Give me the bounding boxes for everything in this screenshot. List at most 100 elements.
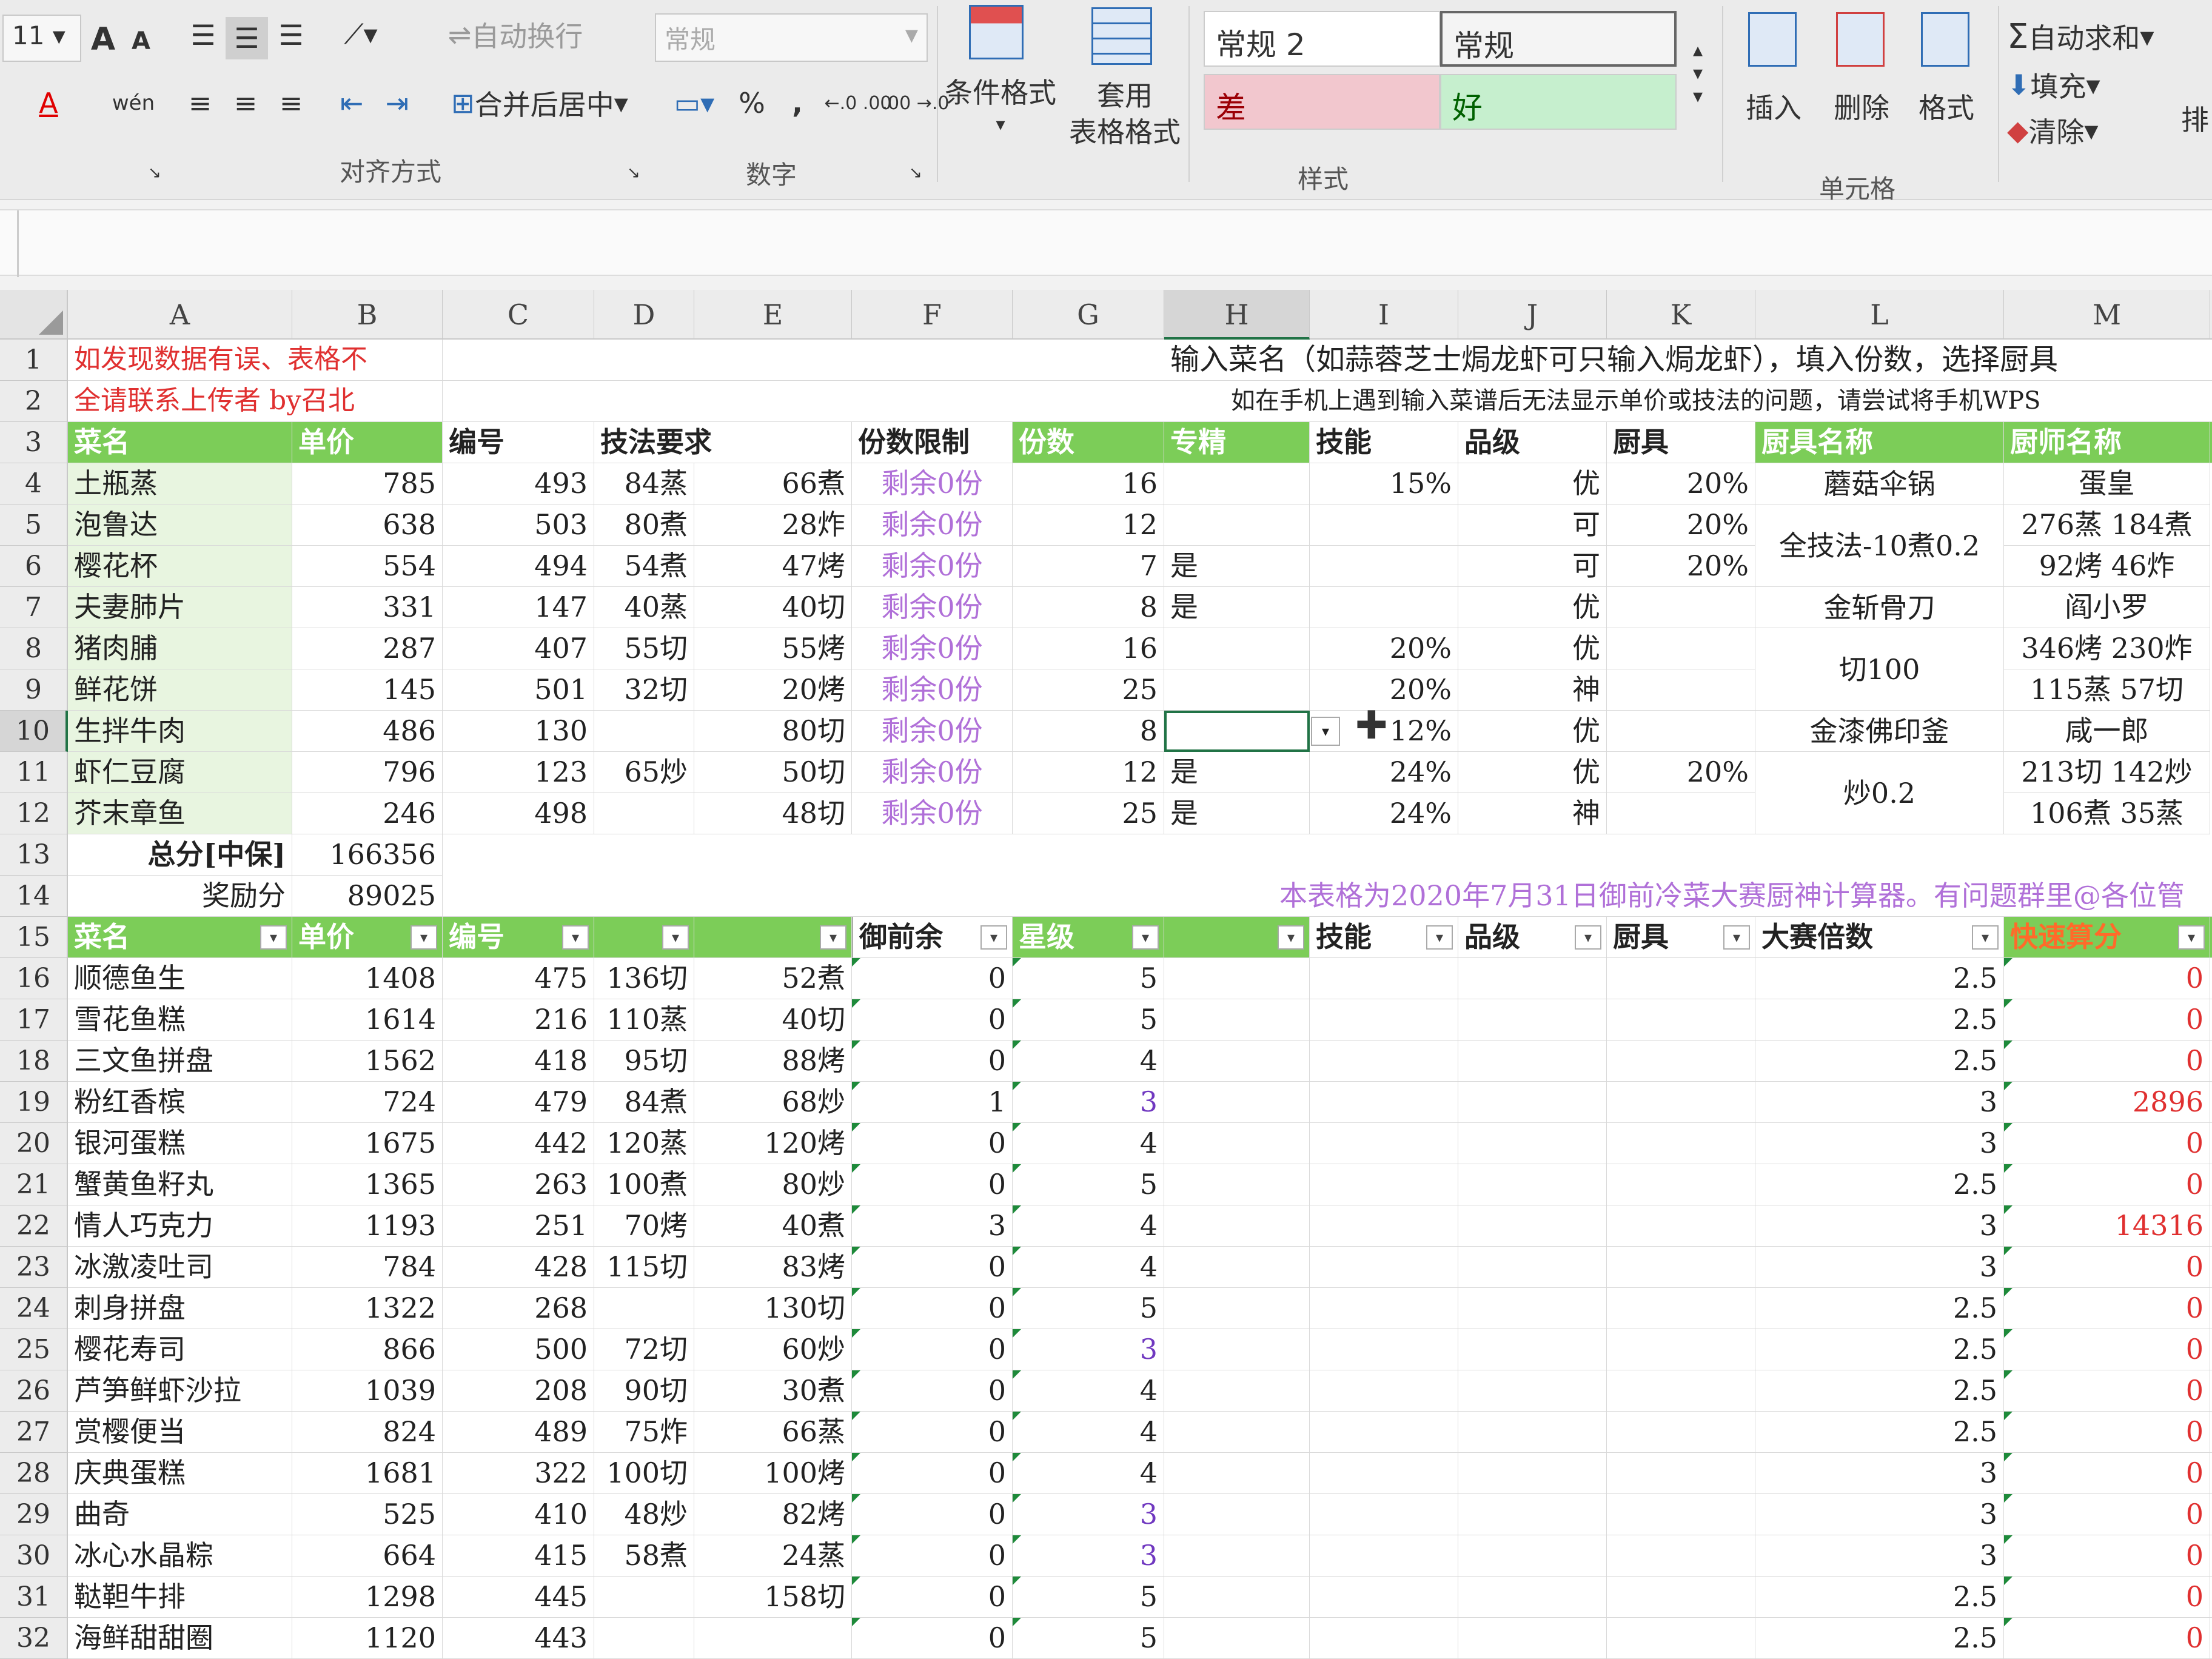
- t2-skill-2[interactable]: 60炒: [694, 1329, 852, 1370]
- dish-specialty[interactable]: [1164, 504, 1310, 546]
- t2-remain[interactable]: 0: [852, 1494, 1013, 1535]
- filter-dropdown-icon[interactable]: ▾: [2178, 925, 2205, 950]
- t2-multiplier[interactable]: 3: [1755, 1205, 2004, 1247]
- t2-empty[interactable]: [1164, 1082, 1310, 1123]
- filter-dropdown-icon[interactable]: ▾: [1575, 925, 1601, 950]
- t2-price[interactable]: 664: [292, 1535, 443, 1577]
- t2-id[interactable]: 410: [443, 1494, 594, 1535]
- dish-specialty[interactable]: [1164, 669, 1310, 711]
- dish-name[interactable]: 夫妻肺片: [68, 587, 292, 628]
- t2-tool[interactable]: [1607, 1123, 1755, 1164]
- dish-limit[interactable]: 剩余0份: [852, 628, 1013, 669]
- dish-price[interactable]: 287: [292, 628, 443, 669]
- t2-remain[interactable]: 0: [852, 1247, 1013, 1288]
- t2-price[interactable]: 1039: [292, 1370, 443, 1412]
- t2-skill[interactable]: [1310, 1164, 1458, 1205]
- row-header[interactable]: 1: [0, 340, 68, 381]
- row-header[interactable]: 31: [0, 1577, 68, 1618]
- row-header[interactable]: 23: [0, 1247, 68, 1288]
- column-header[interactable]: C: [443, 290, 594, 340]
- t2-star[interactable]: 4: [1013, 1247, 1164, 1288]
- dish-skill-pct[interactable]: 24%: [1310, 793, 1458, 834]
- clear-button[interactable]: ◆ 清除 ▾: [2007, 109, 2165, 152]
- t2-empty[interactable]: [1164, 1205, 1310, 1247]
- t2-remain[interactable]: 3: [852, 1205, 1013, 1247]
- conditional-format-button[interactable]: 条件格式 ▾: [945, 0, 1056, 146]
- dish-grade[interactable]: 优: [1458, 587, 1607, 628]
- t2-name[interactable]: 庆典蛋糕: [68, 1453, 292, 1494]
- t2-price[interactable]: 1675: [292, 1123, 443, 1164]
- dish-tool-pct[interactable]: [1607, 711, 1755, 752]
- dish-skill-2[interactable]: 80切: [694, 711, 852, 752]
- t2-grade[interactable]: [1458, 999, 1607, 1041]
- chef-stats-2[interactable]: 106煮 35蒸: [2004, 793, 2210, 834]
- chef-name[interactable]: 阎小罗: [2004, 587, 2210, 628]
- dish-tool-pct[interactable]: [1607, 628, 1755, 669]
- t2-score[interactable]: 0: [2004, 1494, 2210, 1535]
- t2-empty[interactable]: [1164, 1577, 1310, 1618]
- t2-score[interactable]: 0: [2004, 1412, 2210, 1453]
- t2-skill-1[interactable]: 95切: [594, 1041, 694, 1082]
- t2-skill-2[interactable]: 80炒: [694, 1164, 852, 1205]
- t2-multiplier[interactable]: 2.5: [1755, 1288, 2004, 1329]
- phonetic-button[interactable]: wén: [100, 79, 167, 127]
- t2-empty[interactable]: [1164, 1453, 1310, 1494]
- dish-name[interactable]: 虾仁豆腐: [68, 752, 292, 793]
- header-price[interactable]: 单价: [292, 422, 443, 463]
- comma-button[interactable]: ,: [779, 80, 816, 126]
- t2-skill-2[interactable]: 100烤: [694, 1453, 852, 1494]
- t2-star[interactable]: 5: [1013, 958, 1164, 999]
- dish-skill-1[interactable]: 84蒸: [594, 463, 694, 504]
- t2-name[interactable]: 雪花鱼糕: [68, 999, 292, 1041]
- row-header[interactable]: 18: [0, 1041, 68, 1082]
- t2-skill[interactable]: [1310, 1535, 1458, 1577]
- row-header[interactable]: 30: [0, 1535, 68, 1577]
- row-header[interactable]: 15: [0, 917, 68, 958]
- header-limit[interactable]: 份数限制: [852, 422, 1013, 463]
- table2-header-grade[interactable]: 品级 ▾: [1458, 917, 1607, 958]
- header-specialty[interactable]: 专精: [1164, 422, 1310, 463]
- t2-tool[interactable]: [1607, 1205, 1755, 1247]
- t2-skill[interactable]: [1310, 1577, 1458, 1618]
- t2-id[interactable]: 500: [443, 1329, 594, 1370]
- t2-remain[interactable]: 0: [852, 1123, 1013, 1164]
- t2-skill-1[interactable]: 48炒: [594, 1494, 694, 1535]
- t2-skill-2[interactable]: 24蒸: [694, 1535, 852, 1577]
- decrease-indent-icon[interactable]: ⇤: [330, 82, 373, 124]
- t2-tool[interactable]: [1607, 1164, 1755, 1205]
- bonus-value[interactable]: 89025: [292, 876, 443, 917]
- dish-limit[interactable]: 剩余0份: [852, 711, 1013, 752]
- table2-header[interactable]: ▾: [694, 917, 852, 958]
- t2-id[interactable]: 216: [443, 999, 594, 1041]
- t2-skill[interactable]: [1310, 1288, 1458, 1329]
- t2-tool[interactable]: [1607, 1329, 1755, 1370]
- total-value[interactable]: 166356: [292, 834, 443, 876]
- t2-skill-1[interactable]: [594, 1577, 694, 1618]
- t2-name[interactable]: 顺德鱼生: [68, 958, 292, 999]
- t2-skill-2[interactable]: 82烤: [694, 1494, 852, 1535]
- chef-stats-1[interactable]: 346烤 230炸: [2004, 628, 2210, 669]
- dish-tool-pct[interactable]: 20%: [1607, 463, 1755, 504]
- dish-skill-pct[interactable]: [1310, 504, 1458, 546]
- filter-dropdown-icon[interactable]: ▾: [1426, 925, 1453, 950]
- dish-tool-pct[interactable]: [1607, 793, 1755, 834]
- t2-multiplier[interactable]: 2.5: [1755, 1329, 2004, 1370]
- t2-skill-1[interactable]: [594, 1618, 694, 1659]
- t2-price[interactable]: 824: [292, 1412, 443, 1453]
- dish-specialty[interactable]: [1164, 628, 1310, 669]
- row-header[interactable]: 16: [0, 958, 68, 999]
- t2-score[interactable]: 0: [2004, 1123, 2210, 1164]
- t2-tool[interactable]: [1607, 1370, 1755, 1412]
- row-header[interactable]: 5: [0, 504, 68, 546]
- t2-grade[interactable]: [1458, 1453, 1607, 1494]
- t2-star[interactable]: 3: [1013, 1494, 1164, 1535]
- alignment-launcher2-icon[interactable]: ↘: [625, 164, 643, 182]
- dish-limit[interactable]: 剩余0份: [852, 587, 1013, 628]
- dish-grade[interactable]: 优: [1458, 752, 1607, 793]
- dish-limit[interactable]: 剩余0份: [852, 752, 1013, 793]
- styles-scroll-icon[interactable]: ▴ ▾ ▾: [1683, 12, 1713, 133]
- dish-specialty[interactable]: 是: [1164, 793, 1310, 834]
- align-bottom-icon[interactable]: ☰: [273, 17, 309, 53]
- column-header[interactable]: L: [1755, 290, 2004, 340]
- t2-star[interactable]: 4: [1013, 1041, 1164, 1082]
